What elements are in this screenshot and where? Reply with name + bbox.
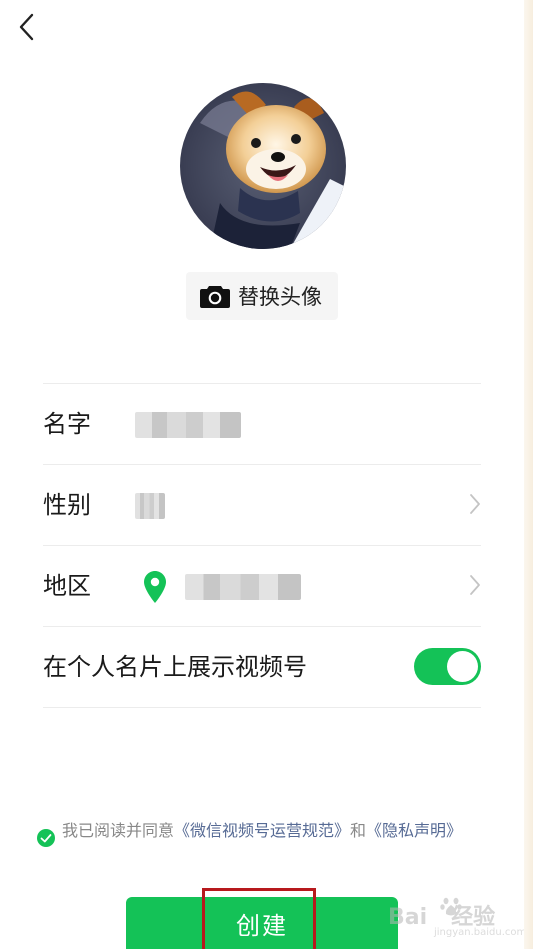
agreement-text: 我已阅读并同意《微信视频号运营规范》和《隐私声明》	[62, 818, 477, 844]
chevron-right-icon	[470, 575, 480, 595]
baidu-watermark: Bai 经验 jingyan.baidu.com	[388, 893, 526, 943]
gender-value-redacted	[135, 493, 165, 519]
check-circle-icon	[40, 834, 52, 843]
profile-form: 名字 性别 地区 在个人名片上展示视频号	[43, 383, 481, 708]
name-value-redacted	[135, 412, 241, 438]
agreement-conjunction: 和	[350, 821, 367, 840]
gender-label: 性别	[43, 491, 91, 519]
right-edge-strip	[524, 0, 533, 949]
region-row[interactable]: 地区	[43, 546, 481, 627]
name-label: 名字	[43, 410, 91, 438]
chevron-right-icon	[470, 494, 480, 514]
annotation-highlight	[202, 888, 316, 949]
region-value-redacted	[185, 574, 301, 600]
show-channel-row: 在个人名片上展示视频号	[43, 627, 481, 708]
paw-icon	[440, 897, 462, 916]
show-channel-label: 在个人名片上展示视频号	[43, 653, 307, 681]
show-channel-toggle[interactable]	[414, 648, 481, 685]
chevron-left-icon	[19, 13, 34, 41]
watermark-url: jingyan.baidu.com	[434, 927, 527, 938]
avatar[interactable]	[180, 83, 346, 249]
profile-page: 替换头像 名字 性别 地区 在个人名片上展示视频号 我已阅读并同意《微信视频号运…	[0, 0, 526, 949]
agreement-prefix: 我已阅读并同意	[62, 821, 175, 840]
rules-link[interactable]: 《微信视频号运营规范》	[174, 821, 350, 840]
region-label: 地区	[43, 572, 91, 600]
camera-icon	[200, 286, 230, 308]
gender-row[interactable]: 性别	[43, 465, 481, 546]
privacy-link[interactable]: 《隐私声明》	[366, 821, 462, 840]
toggle-knob	[447, 651, 478, 682]
change-avatar-button[interactable]: 替换头像	[186, 272, 338, 320]
location-pin-icon	[144, 571, 166, 603]
change-avatar-label: 替换头像	[238, 285, 322, 309]
back-button[interactable]	[10, 10, 44, 44]
avatar-image	[180, 83, 346, 249]
name-row[interactable]: 名字	[43, 384, 481, 465]
agreement-checkbox[interactable]	[37, 829, 55, 847]
